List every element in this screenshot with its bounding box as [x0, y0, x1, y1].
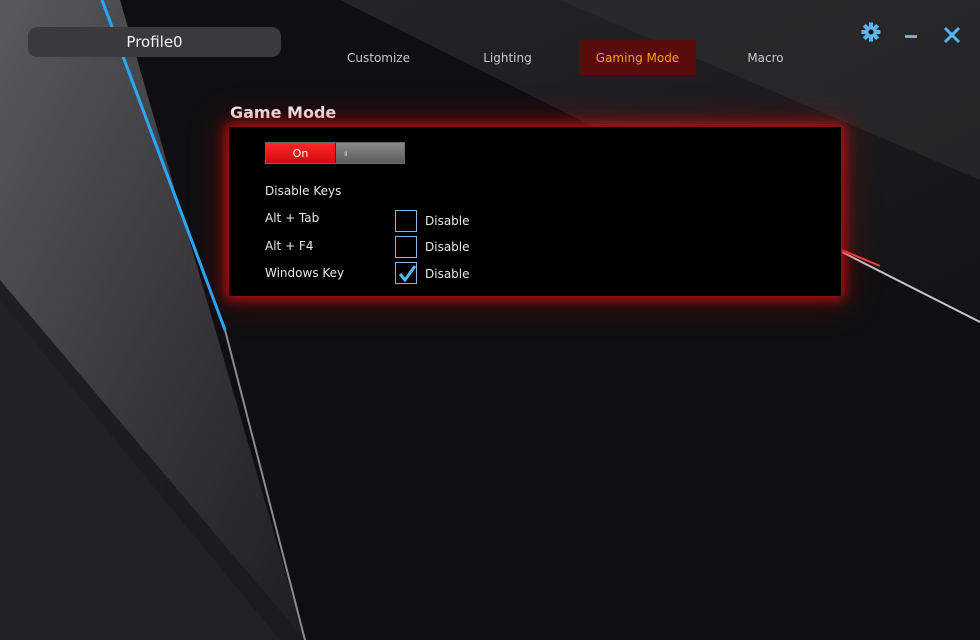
checkbox-label-alt-f4: Disable: [425, 240, 470, 254]
profile-selector[interactable]: Profile0: [28, 27, 281, 57]
tab-gaming-mode[interactable]: Gaming Mode: [579, 40, 696, 75]
checkbox-label-alt-tab: Disable: [425, 214, 470, 228]
profile-name: Profile0: [126, 33, 183, 51]
game-mode-toggle[interactable]: On ıı: [265, 142, 405, 164]
section-title: Game Mode: [230, 103, 337, 122]
key-name-alt-tab: Alt + Tab: [265, 211, 320, 225]
background-art: [0, 0, 980, 640]
toggle-on-label: On: [266, 143, 335, 163]
checkbox-windows-key[interactable]: [395, 262, 417, 284]
close-icon[interactable]: [943, 26, 961, 44]
key-name-windows-key: Windows Key: [265, 266, 345, 280]
toggle-grip-icon: ıı: [344, 149, 348, 158]
tab-customize[interactable]: Customize: [320, 40, 437, 75]
minimize-icon[interactable]: [903, 26, 919, 42]
key-name-alt-f4: Alt + F4: [265, 239, 314, 253]
tab-lighting[interactable]: Lighting: [449, 40, 566, 75]
checkmark-icon: [398, 265, 417, 283]
tab-macro[interactable]: Macro: [707, 40, 824, 75]
disable-keys-heading: Disable Keys: [265, 184, 342, 198]
gear-icon[interactable]: [861, 22, 881, 42]
checkbox-alt-tab[interactable]: [395, 210, 417, 232]
game-mode-panel: On ıı Disable Keys Alt + Tab Disable Alt…: [229, 127, 841, 296]
checkbox-alt-f4[interactable]: [395, 236, 417, 258]
checkbox-label-windows-key: Disable: [425, 267, 470, 281]
toggle-off-track: ıı: [335, 143, 404, 163]
